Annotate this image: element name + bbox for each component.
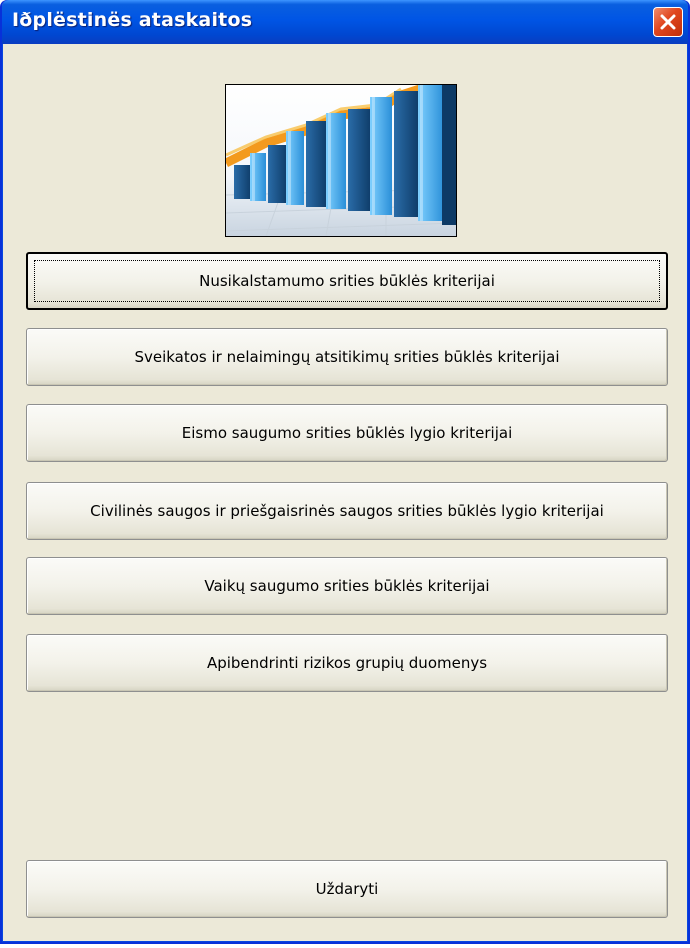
button-label: Civilinės saugos ir priešgaisrinės saugo… [90,502,604,520]
close-button[interactable]: Uždaryti [26,860,668,918]
button-label: Nusikalstamumo srities būklės kriterijai [199,272,495,290]
button-label: Vaikų saugumo srities būklės kriterijai [204,577,490,595]
button-label: Uždaryti [315,880,379,898]
bar-chart-image [225,84,457,237]
button-traffic-safety-criteria[interactable]: Eismo saugumo srities būklės lygio krite… [26,404,668,462]
close-window-button[interactable] [653,7,683,37]
button-crime-criteria[interactable]: Nusikalstamumo srities būklės kriterijai [26,252,668,310]
button-risk-groups-data[interactable]: Apibendrinti rizikos grupių duomenys [26,634,668,692]
button-label: Sveikatos ir nelaimingų atsitikimų sriti… [134,348,560,366]
button-child-safety-criteria[interactable]: Vaikų saugumo srities būklės kriterijai [26,557,668,615]
button-label: Eismo saugumo srities būklės lygio krite… [181,424,513,442]
window-title: Iðplëstinës ataskaitos [12,9,253,31]
button-health-criteria[interactable]: Sveikatos ir nelaimingų atsitikimų sriti… [26,328,668,386]
title-bar[interactable]: Iðplëstinës ataskaitos [2,0,688,44]
dialog-window: Iðplëstinës ataskaitos Nusikalstamumo sr… [0,0,690,944]
button-civil-fire-safety-criteria[interactable]: Civilinės saugos ir priešgaisrinės saugo… [26,482,668,540]
button-label: Apibendrinti rizikos grupių duomenys [206,654,488,672]
close-icon [660,14,676,30]
